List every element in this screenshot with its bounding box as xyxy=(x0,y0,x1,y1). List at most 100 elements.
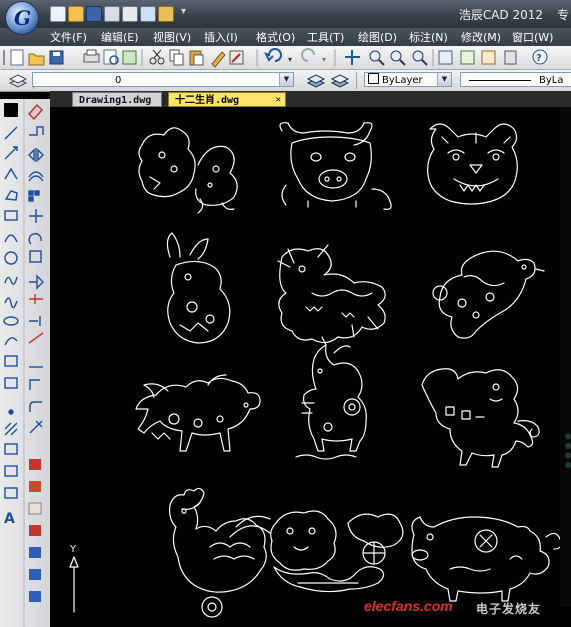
spline-icon[interactable] xyxy=(4,297,18,309)
zodiac-monkey-figure[interactable] xyxy=(421,368,540,468)
menu-window[interactable]: 窗口(W) xyxy=(512,29,553,45)
preview-icon[interactable] xyxy=(140,6,156,22)
tab-zodiac[interactable]: 十二生肖.dwg ✕ xyxy=(168,92,286,107)
menu-modify[interactable]: 修改(M) xyxy=(461,29,501,45)
pan-icon[interactable] xyxy=(345,50,360,65)
trim-icon[interactable] xyxy=(29,294,43,304)
undo-dropdown-icon[interactable]: ▾ xyxy=(288,55,292,64)
redo-dropdown-icon[interactable]: ▾ xyxy=(322,55,326,64)
layer-previous-icon[interactable] xyxy=(330,74,350,88)
scale-icon[interactable] xyxy=(29,250,42,263)
named-views-icon[interactable] xyxy=(29,591,41,602)
new-file-icon[interactable] xyxy=(50,6,66,22)
fillet-icon[interactable] xyxy=(29,401,42,412)
zodiac-tiger-figure[interactable] xyxy=(427,123,518,205)
dimension-style-icon[interactable] xyxy=(29,525,41,536)
zodiac-dragon-figure[interactable] xyxy=(277,244,386,344)
chevron-down-icon[interactable]: ▼ xyxy=(437,73,451,86)
multiline-text-icon[interactable]: A xyxy=(4,511,15,527)
zodiac-horse-figure[interactable] xyxy=(135,374,261,452)
save-icon[interactable] xyxy=(49,50,64,65)
zodiac-rabbit-figure[interactable] xyxy=(166,232,231,344)
break-icon[interactable] xyxy=(28,332,44,344)
undo-icon[interactable] xyxy=(264,48,282,62)
redo-icon[interactable] xyxy=(301,48,315,62)
text-style-icon[interactable] xyxy=(28,502,42,515)
circle-icon[interactable] xyxy=(4,251,18,265)
insert-block-icon[interactable] xyxy=(4,355,18,367)
print-icon[interactable] xyxy=(122,6,138,22)
block-editor-icon[interactable] xyxy=(229,50,244,65)
region-icon[interactable] xyxy=(4,465,18,477)
revision-cloud-icon[interactable] xyxy=(4,276,18,285)
layer-dropdown[interactable]: 0 ▼ xyxy=(32,72,294,87)
gradient-icon[interactable] xyxy=(4,443,18,455)
edit-icon[interactable] xyxy=(104,6,120,22)
insert-image-icon[interactable] xyxy=(29,459,41,470)
move-icon[interactable] xyxy=(29,209,43,223)
menu-edit[interactable]: 编辑(E) xyxy=(101,29,139,45)
hatch-fill-icon[interactable] xyxy=(29,481,41,492)
zodiac-ox-figure[interactable] xyxy=(279,122,392,210)
calculator-icon[interactable] xyxy=(504,50,517,65)
chamfer-icon[interactable] xyxy=(29,379,40,390)
zoom-window-icon[interactable] xyxy=(390,50,406,66)
copy-icon[interactable] xyxy=(169,49,184,66)
print-icon[interactable] xyxy=(83,49,100,63)
make-current-layer-icon[interactable] xyxy=(306,74,326,88)
polygon-icon[interactable] xyxy=(4,190,18,201)
rotate-icon[interactable] xyxy=(28,233,42,245)
arc-icon[interactable] xyxy=(4,234,18,243)
table-icon[interactable] xyxy=(4,487,18,499)
explode-icon[interactable] xyxy=(29,420,43,434)
help-icon[interactable]: ? xyxy=(532,49,548,65)
ellipse-arc-icon[interactable] xyxy=(4,337,18,346)
zoom-previous-icon[interactable] xyxy=(412,50,428,66)
make-block-icon[interactable] xyxy=(4,377,18,389)
zodiac-rooster-figure[interactable] xyxy=(169,487,271,618)
menu-tools[interactable]: 工具(T) xyxy=(307,29,344,45)
zodiac-dog-figure[interactable] xyxy=(270,510,404,593)
viewport-icon[interactable] xyxy=(29,569,41,580)
layer-manager-icon[interactable] xyxy=(8,74,28,88)
color-dropdown[interactable]: ByLayer ▼ xyxy=(364,72,452,87)
match-properties-icon[interactable] xyxy=(211,51,226,68)
zodiac-rat-figure[interactable] xyxy=(138,127,238,214)
zodiac-pig-figure[interactable] xyxy=(411,516,562,602)
menu-view[interactable]: 视图(V) xyxy=(153,29,191,45)
menu-dimension[interactable]: 标注(N) xyxy=(409,29,448,45)
polyline-icon[interactable] xyxy=(4,167,18,180)
properties-icon[interactable] xyxy=(438,50,453,65)
zodiac-snake-figure[interactable] xyxy=(432,250,545,339)
mirror-icon[interactable] xyxy=(28,148,44,162)
offset-icon[interactable] xyxy=(28,171,44,182)
folder-icon[interactable] xyxy=(158,6,174,22)
linetype-dropdown[interactable]: ByLa xyxy=(460,72,571,87)
save-icon[interactable] xyxy=(86,6,102,22)
copy-object-icon[interactable] xyxy=(29,126,44,136)
point-icon[interactable] xyxy=(8,409,14,415)
tab-drawing1[interactable]: Drawing1.dwg xyxy=(72,92,162,107)
app-logo-icon[interactable]: G xyxy=(6,2,38,34)
array-icon[interactable] xyxy=(28,196,34,202)
paste-icon[interactable] xyxy=(189,50,204,66)
construction-line-icon[interactable] xyxy=(4,146,18,160)
quick-access-more-icon[interactable]: ▾ xyxy=(181,6,186,17)
tool-palettes-icon[interactable] xyxy=(481,50,496,65)
menu-file[interactable]: 文件(F) xyxy=(50,29,87,45)
erase-icon[interactable] xyxy=(28,103,43,121)
open-file-icon[interactable] xyxy=(68,6,84,22)
preview-icon[interactable] xyxy=(103,49,119,65)
cut-icon[interactable] xyxy=(149,49,165,65)
menu-draw[interactable]: 绘图(D) xyxy=(358,29,397,45)
rectangle-icon[interactable] xyxy=(4,210,18,221)
close-tab-icon[interactable]: ✕ xyxy=(276,93,281,108)
hatch-icon[interactable] xyxy=(4,422,18,436)
ellipse-icon[interactable] xyxy=(3,316,19,326)
zodiac-goat-figure[interactable] xyxy=(295,336,367,460)
chevron-down-icon[interactable]: ▼ xyxy=(279,73,293,86)
current-color-icon[interactable] xyxy=(4,103,18,117)
stretch-icon[interactable] xyxy=(29,274,44,290)
extend-icon[interactable] xyxy=(29,316,41,326)
layout-icon[interactable] xyxy=(29,547,41,558)
